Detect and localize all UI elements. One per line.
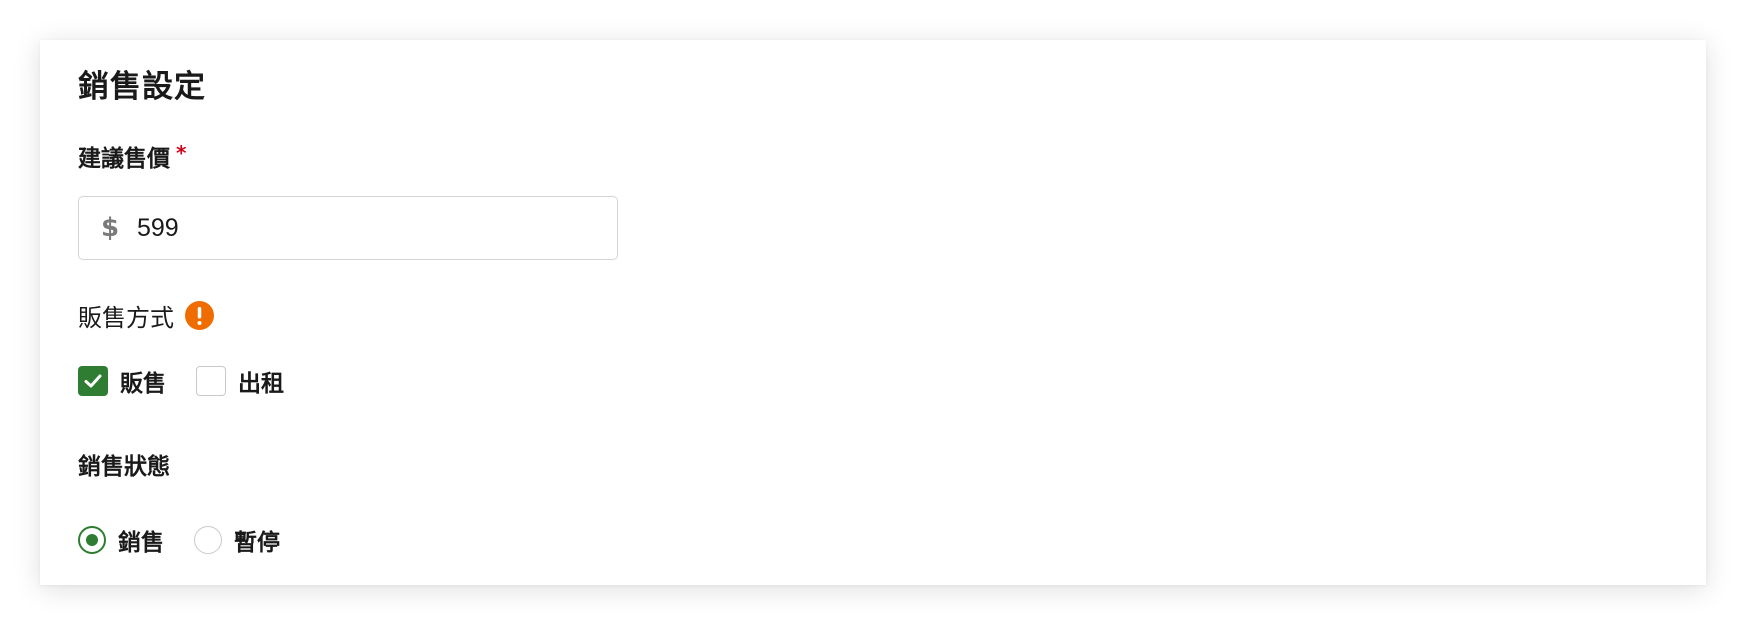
rent-checkbox-label: 出租: [238, 371, 284, 397]
radio-selected-dot: [86, 534, 98, 546]
on-sale-radio[interactable]: [78, 526, 106, 554]
currency-symbol: $: [101, 213, 120, 243]
sales-settings-card: 銷售設定 建議售價 * $ 販售方式 販售 出租: [40, 40, 1706, 585]
sale-method-options: 販售 出租: [78, 364, 314, 398]
paused-radio-label: 暫停: [234, 530, 280, 556]
sale-status-options: 銷售 暫停: [78, 523, 310, 557]
sell-checkbox-label: 販售: [120, 371, 166, 397]
sell-checkbox[interactable]: [78, 366, 108, 396]
rent-checkbox[interactable]: [196, 366, 226, 396]
sale-method-label-text: 販售方式: [78, 304, 174, 332]
sale-status-label: 銷售狀態: [78, 454, 170, 480]
price-input[interactable]: [137, 213, 577, 243]
suggested-price-label-text: 建議售價: [78, 146, 170, 172]
exclamation-glyph: [197, 307, 202, 325]
sale-method-label: 販售方式: [78, 298, 214, 333]
paused-radio[interactable]: [194, 526, 222, 554]
sale-status-option-paused[interactable]: 暫停: [194, 523, 280, 557]
sale-status-option-on-sale[interactable]: 銷售: [78, 523, 164, 557]
checkmark-icon: [84, 374, 102, 388]
suggested-price-label: 建議售價 *: [78, 141, 186, 174]
section-title: 銷售設定: [78, 69, 206, 105]
required-asterisk: *: [176, 141, 187, 165]
price-input-wrapper[interactable]: $: [78, 196, 618, 260]
on-sale-radio-label: 銷售: [118, 530, 164, 556]
sale-method-option-rent[interactable]: 出租: [196, 364, 284, 398]
exclamation-circle-icon[interactable]: [185, 301, 214, 330]
sale-method-option-sell[interactable]: 販售: [78, 364, 166, 398]
